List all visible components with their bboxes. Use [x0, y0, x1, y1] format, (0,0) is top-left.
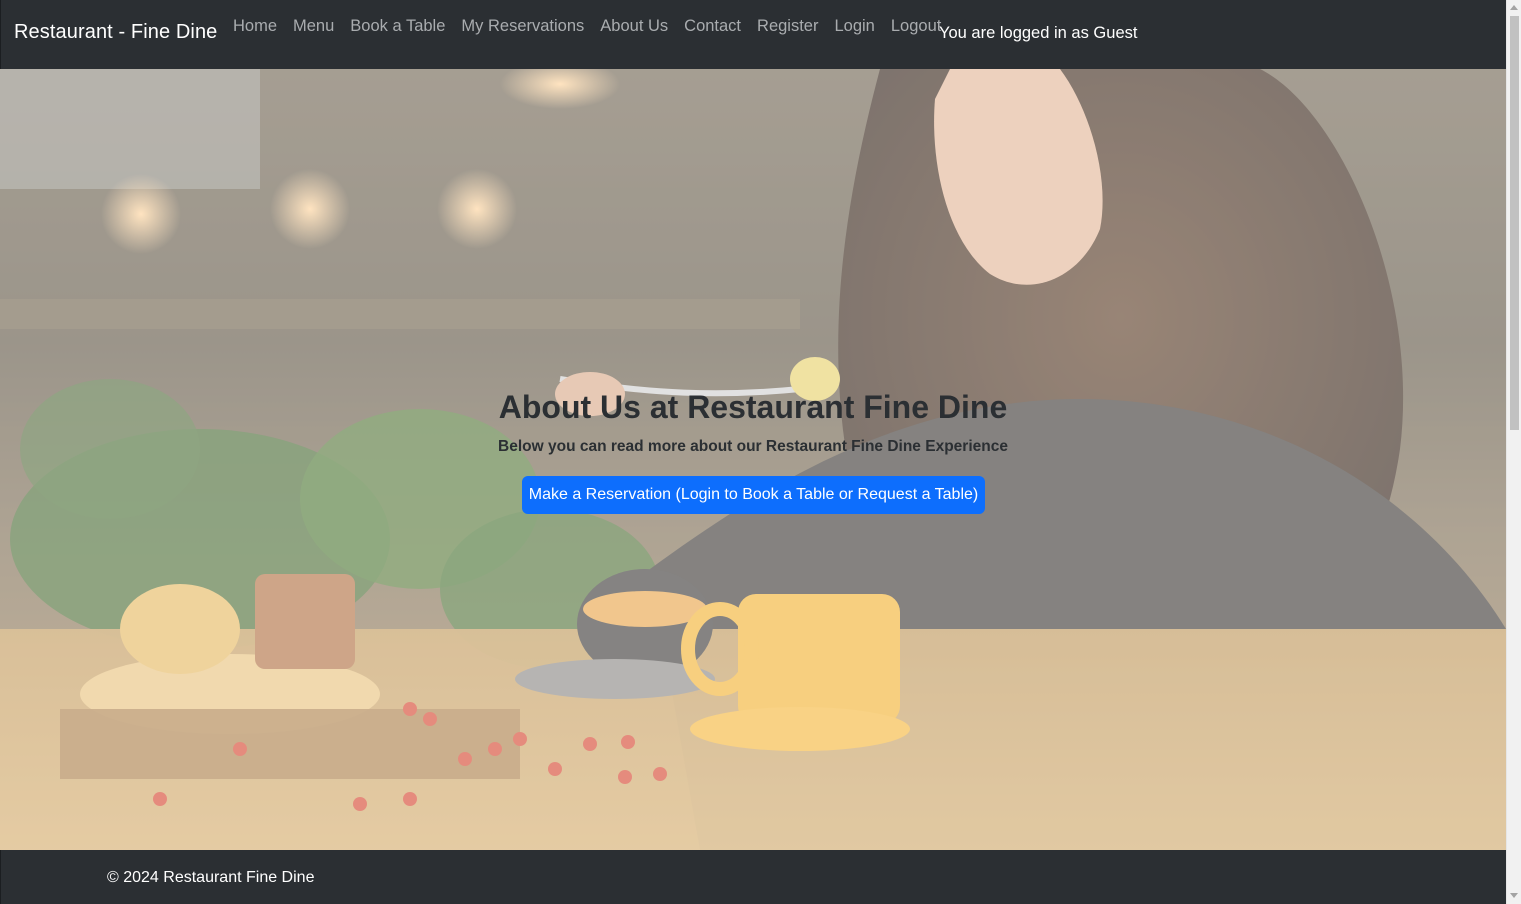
nav-link-about-us[interactable]: About Us [592, 15, 676, 37]
nav-link-book-a-table[interactable]: Book a Table [342, 15, 453, 37]
footer-copyright: © 2024 Restaurant Fine Dine [107, 869, 315, 886]
hero-content: About Us at Restaurant Fine Dine Below y… [0, 69, 1506, 850]
nav-link-login[interactable]: Login [826, 15, 882, 37]
footer: © 2024 Restaurant Fine Dine [0, 850, 1506, 904]
nav-links: Home Menu Book a Table My Reservations A… [233, 15, 949, 37]
login-status-text: You are logged in as Guest [939, 24, 1138, 42]
navbar: Restaurant - Fine Dine Home Menu Book a … [0, 0, 1506, 69]
nav-link-register[interactable]: Register [749, 15, 826, 37]
make-reservation-button[interactable]: Make a Reservation (Login to Book a Tabl… [522, 476, 985, 514]
brand-link[interactable]: Restaurant - Fine Dine [14, 21, 217, 44]
scrollbar-thumb[interactable] [1510, 16, 1519, 430]
nav-link-contact[interactable]: Contact [676, 15, 749, 37]
nav-link-menu[interactable]: Menu [285, 15, 342, 37]
page-content: Restaurant - Fine Dine Home Menu Book a … [0, 0, 1506, 904]
hero-subtitle: Below you can read more about our Restau… [498, 438, 1008, 455]
hero-section: About Us at Restaurant Fine Dine Below y… [0, 69, 1506, 850]
page: Restaurant - Fine Dine Home Menu Book a … [0, 0, 1521, 904]
scroll-up-arrow-icon[interactable] [1510, 5, 1518, 10]
scroll-down-arrow-icon[interactable] [1510, 893, 1518, 898]
vertical-scrollbar[interactable] [1506, 0, 1521, 904]
hero-title: About Us at Restaurant Fine Dine [498, 389, 1008, 425]
nav-link-home[interactable]: Home [233, 15, 285, 37]
nav-link-my-reservations[interactable]: My Reservations [453, 15, 592, 37]
